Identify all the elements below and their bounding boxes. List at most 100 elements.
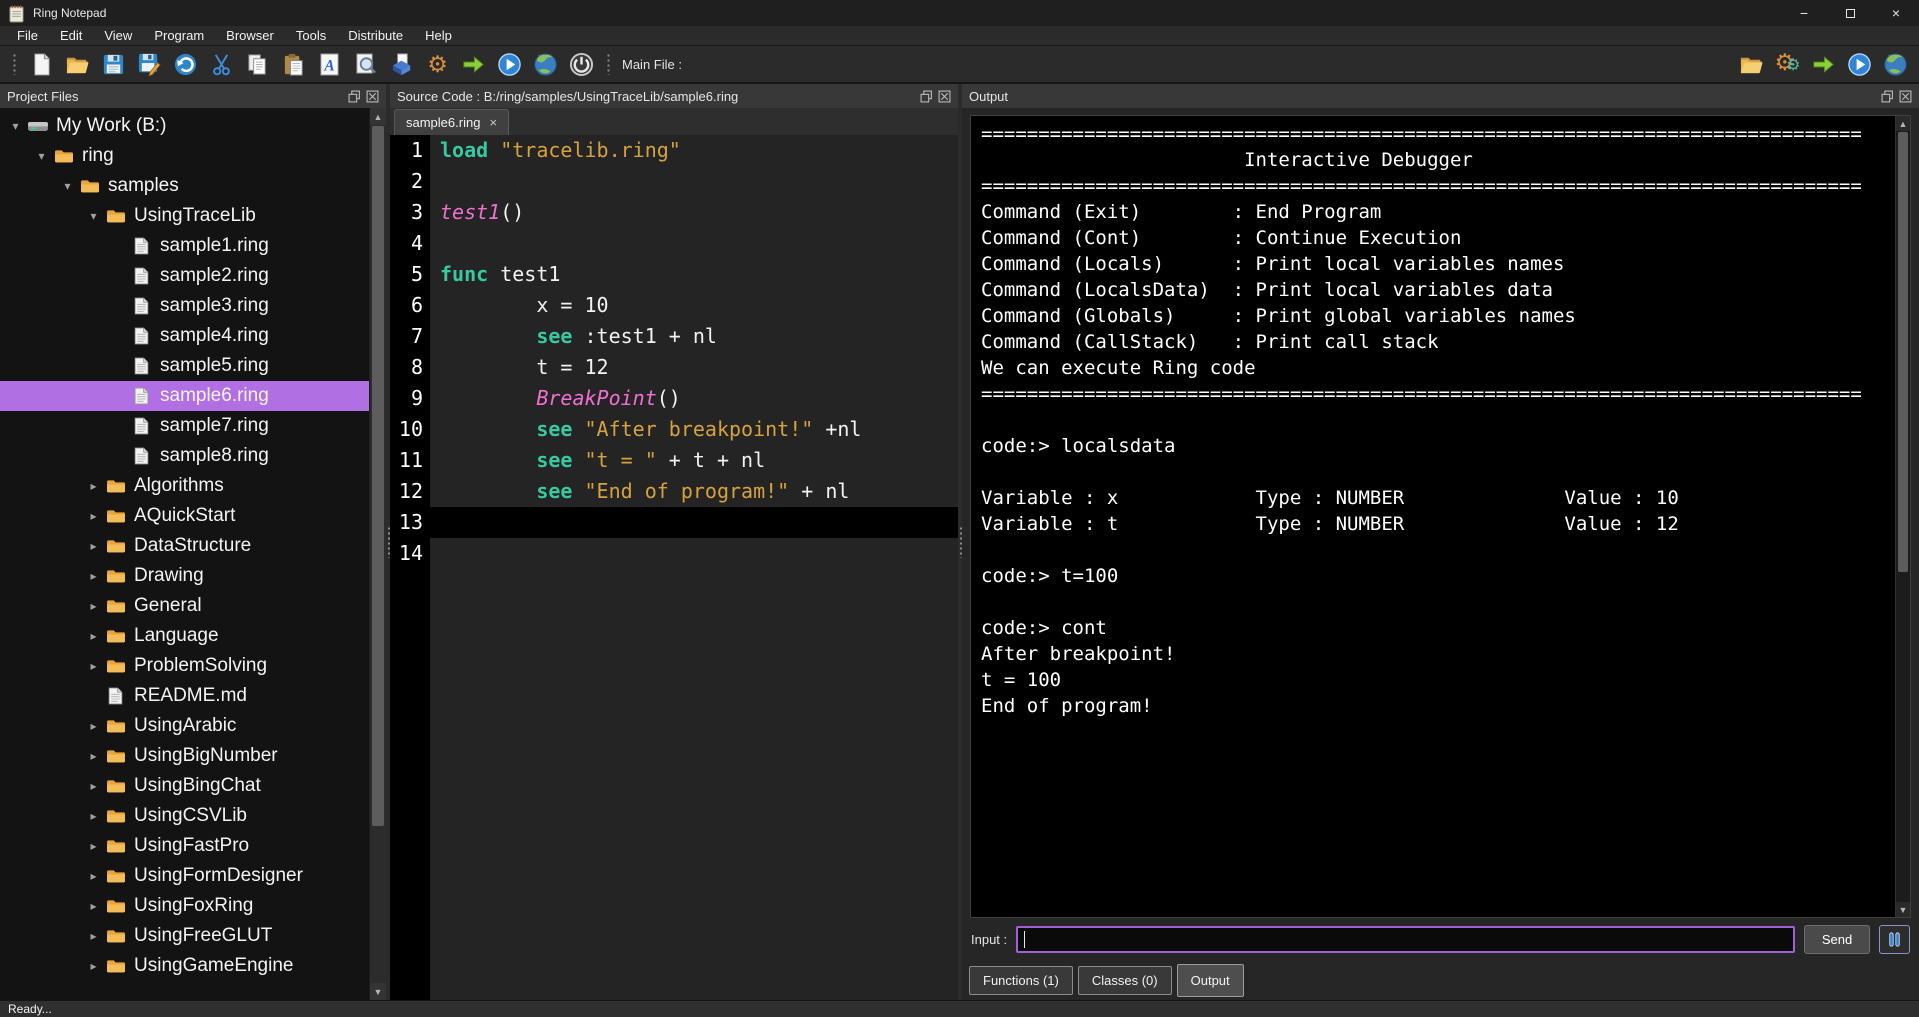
close-panel-button[interactable] — [366, 90, 379, 103]
tree-item-ring[interactable]: ▾ring — [0, 141, 369, 171]
scroll-up-icon[interactable]: ▲ — [370, 108, 386, 125]
tree-item-usingarabic[interactable]: ▸UsingArabic — [0, 711, 369, 741]
run-main-file-button[interactable] — [1844, 49, 1875, 80]
scroll-up-icon[interactable]: ▲ — [1896, 116, 1910, 131]
expand-icon[interactable]: ▸ — [84, 929, 103, 943]
pause-button[interactable] — [1879, 925, 1910, 954]
menu-tools[interactable]: Tools — [285, 28, 337, 43]
tree-item-usingcsvlib[interactable]: ▸UsingCSVLib — [0, 801, 369, 831]
tree-item-sample5-ring[interactable]: sample5.ring — [0, 351, 369, 381]
code-line-14[interactable] — [430, 538, 958, 569]
open-main-file-button[interactable] — [1736, 49, 1767, 80]
code-line-10[interactable]: see "After breakpoint!" +nl — [430, 414, 958, 445]
code-line-4[interactable] — [430, 228, 958, 259]
collapse-icon[interactable]: ▾ — [84, 209, 103, 223]
run-gui-button[interactable] — [530, 49, 561, 80]
paste-button[interactable] — [278, 49, 309, 80]
tree-item-algorithms[interactable]: ▸Algorithms — [0, 471, 369, 501]
close-panel-button[interactable] — [938, 90, 951, 103]
scroll-down-icon[interactable]: ▼ — [370, 983, 386, 1000]
scrollbar-thumb[interactable] — [1898, 132, 1908, 572]
splitter-right[interactable] — [958, 84, 962, 1000]
expand-icon[interactable]: ▸ — [84, 629, 103, 643]
code-line-12[interactable]: see "End of program!" + nl — [430, 476, 958, 507]
tree-item-sample6-ring[interactable]: sample6.ring — [0, 381, 369, 411]
tree-item-usingtracelib[interactable]: ▾UsingTraceLib — [0, 201, 369, 231]
expand-icon[interactable]: ▸ — [84, 599, 103, 613]
menu-edit[interactable]: Edit — [49, 28, 93, 43]
expand-icon[interactable]: ▸ — [84, 479, 103, 493]
save-as-button[interactable] — [134, 49, 165, 80]
scroll-down-icon[interactable]: ▼ — [1896, 902, 1910, 917]
menu-file[interactable]: File — [6, 28, 49, 43]
expand-icon[interactable]: ▸ — [84, 869, 103, 883]
goto-main-file-button[interactable] — [1808, 49, 1839, 80]
save-button[interactable] — [98, 49, 129, 80]
tree-item-sample1-ring[interactable]: sample1.ring — [0, 231, 369, 261]
code-line-1[interactable]: load "tracelib.ring" — [430, 135, 958, 166]
menu-help[interactable]: Help — [414, 28, 463, 43]
copy-button[interactable] — [242, 49, 273, 80]
tree-item-sample7-ring[interactable]: sample7.ring — [0, 411, 369, 441]
tree-item-aquickstart[interactable]: ▸AQuickStart — [0, 501, 369, 531]
font-button[interactable]: A — [314, 49, 345, 80]
float-panel-button[interactable] — [1881, 90, 1894, 103]
expand-icon[interactable]: ▸ — [84, 509, 103, 523]
print-button[interactable] — [386, 49, 417, 80]
expand-icon[interactable]: ▸ — [84, 539, 103, 553]
float-panel-button[interactable] — [920, 90, 933, 103]
expand-icon[interactable]: ▸ — [84, 899, 103, 913]
open-file-button[interactable] — [62, 49, 93, 80]
tree-item-language[interactable]: ▸Language — [0, 621, 369, 651]
tree-item-samples[interactable]: ▾samples — [0, 171, 369, 201]
tree-item-usingformdesigner[interactable]: ▸UsingFormDesigner — [0, 861, 369, 891]
expand-icon[interactable]: ▸ — [84, 719, 103, 733]
send-button[interactable]: Send — [1804, 925, 1870, 954]
undo-button[interactable] — [170, 49, 201, 80]
menu-browser[interactable]: Browser — [215, 28, 285, 43]
tree-item-usingfoxring[interactable]: ▸UsingFoxRing — [0, 891, 369, 921]
tree-item-drawing[interactable]: ▸Drawing — [0, 561, 369, 591]
console-output[interactable]: ========================================… — [971, 116, 1895, 917]
tree-item-sample8-ring[interactable]: sample8.ring — [0, 441, 369, 471]
code-line-7[interactable]: see :test1 + nl — [430, 321, 958, 352]
code-line-11[interactable]: see "t = " + t + nl — [430, 445, 958, 476]
run-gui-main-button[interactable] — [1880, 49, 1911, 80]
find-button[interactable] — [350, 49, 381, 80]
cut-button[interactable] — [206, 49, 237, 80]
tree-item-problemsolving[interactable]: ▸ProblemSolving — [0, 651, 369, 681]
expand-icon[interactable]: ▸ — [84, 959, 103, 973]
tree-item-my-work-b-[interactable]: ▾My Work (B:) — [0, 111, 369, 141]
tab-functions-1[interactable]: Functions (1) — [969, 966, 1073, 995]
code-line-8[interactable]: t = 12 — [430, 352, 958, 383]
expand-icon[interactable]: ▸ — [84, 569, 103, 583]
menu-view[interactable]: View — [93, 28, 143, 43]
console-scrollbar[interactable]: ▲ ▼ — [1895, 116, 1910, 917]
toolbar-grip[interactable] — [606, 53, 611, 75]
collapse-icon[interactable]: ▾ — [58, 179, 77, 193]
code-area[interactable]: load "tracelib.ring"test1()func test1 x … — [430, 135, 958, 1000]
tab-close-icon[interactable]: × — [489, 116, 497, 129]
goto-position-button[interactable] — [458, 49, 489, 80]
toolbar-grip[interactable] — [12, 53, 17, 75]
tree-item-sample3-ring[interactable]: sample3.ring — [0, 291, 369, 321]
run-button[interactable] — [494, 49, 525, 80]
expand-icon[interactable]: ▸ — [84, 839, 103, 853]
expand-icon[interactable]: ▸ — [84, 749, 103, 763]
tree-item-usinggameengine[interactable]: ▸UsingGameEngine — [0, 951, 369, 981]
tree-item-usingfreeglut[interactable]: ▸UsingFreeGLUT — [0, 921, 369, 951]
tab-output[interactable]: Output — [1177, 964, 1244, 997]
collapse-icon[interactable]: ▾ — [6, 119, 25, 133]
tree-item-datastructure[interactable]: ▸DataStructure — [0, 531, 369, 561]
tree-item-sample4-ring[interactable]: sample4.ring — [0, 321, 369, 351]
code-line-3[interactable]: test1() — [430, 197, 958, 228]
tree-item-general[interactable]: ▸General — [0, 591, 369, 621]
tab-classes-0[interactable]: Classes (0) — [1078, 966, 1172, 995]
collapse-icon[interactable]: ▾ — [32, 149, 51, 163]
maximize-button[interactable] — [1827, 0, 1873, 26]
tree-item-usingbignumber[interactable]: ▸UsingBigNumber — [0, 741, 369, 771]
code-line-13[interactable] — [430, 507, 958, 538]
expand-icon[interactable]: ▸ — [84, 779, 103, 793]
menu-program[interactable]: Program — [143, 28, 215, 43]
tab-sample6-ring[interactable]: sample6.ring × — [394, 109, 509, 135]
